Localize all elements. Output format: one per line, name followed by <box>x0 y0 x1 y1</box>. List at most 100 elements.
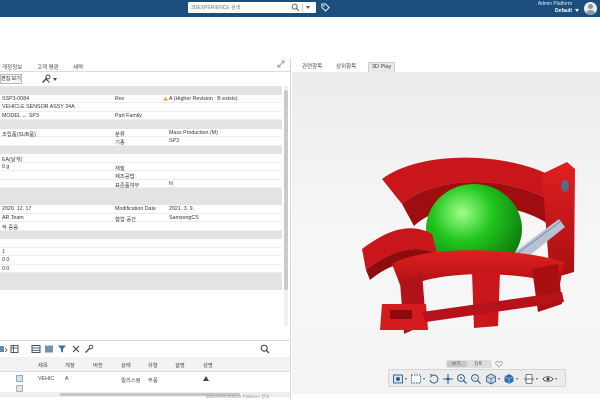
property-value: SamsongCS <box>169 214 199 221</box>
property-label: Part Family <box>115 112 142 119</box>
search-scope-dropdown[interactable] <box>302 3 314 12</box>
tab-related-items[interactable]: 관련항목 <box>299 62 325 72</box>
property-row: 1 <box>0 248 282 256</box>
search-icon[interactable] <box>291 3 300 12</box>
tools-icon[interactable] <box>41 74 51 84</box>
left-toolbar: 편집 보기 <box>0 73 290 85</box>
3d-view-toolbar <box>388 369 566 387</box>
col-type[interactable]: 유형 <box>148 361 158 369</box>
property-value: SSP3-0084 <box>2 95 30 102</box>
top-bar: Admin Platform Default <box>0 0 600 17</box>
property-value: 0.0 <box>2 257 10 264</box>
grid-search-icon[interactable] <box>260 344 270 354</box>
property-value: A (Higher Revision : B exists) <box>169 95 238 102</box>
form-scrollbar[interactable] <box>284 86 288 326</box>
property-row: SSP3-0084 Rev A (Higher Revision : B exist… <box>0 95 282 103</box>
tab-customer-review[interactable]: 고객 평판 <box>37 63 59 71</box>
property-row: 0.0 <box>0 265 282 273</box>
property-value: N <box>169 180 173 187</box>
grid-action-icon[interactable] <box>0 344 8 354</box>
section-header[interactable] <box>0 230 282 239</box>
tab-revision-info[interactable]: 개정정보 <box>2 63 22 71</box>
warning-marker <box>163 96 169 102</box>
visibility-dropdown-icon[interactable] <box>555 378 557 380</box>
render-dropdown-icon[interactable] <box>516 378 518 380</box>
tab-power[interactable]: 세력 <box>73 63 83 71</box>
tools-dropdown-icon[interactable] <box>53 78 57 81</box>
section-dropdown-icon[interactable] <box>536 378 538 380</box>
zoom-out-icon[interactable] <box>470 373 482 385</box>
tag-icon[interactable] <box>321 3 330 12</box>
cell-type: 부품 <box>148 378 158 384</box>
mode-review[interactable]: 검토 <box>474 361 482 367</box>
section-header[interactable] <box>0 273 282 282</box>
col-title[interactable]: 제목 <box>38 361 48 369</box>
expand-icon[interactable] <box>277 60 285 68</box>
col-revision[interactable]: 개정 <box>65 361 75 369</box>
tab-parent-items[interactable]: 상위항목 <box>333 62 359 72</box>
grid-columns-icon[interactable] <box>10 344 20 354</box>
property-row: 0.0 <box>0 256 282 265</box>
section-header[interactable] <box>0 281 282 290</box>
grid-toolbar <box>0 340 290 356</box>
property-label: Modification Date <box>115 206 156 213</box>
property-label: Rev <box>115 95 125 102</box>
filter-icon[interactable] <box>57 344 67 354</box>
property-row <box>0 239 282 248</box>
center-leg <box>472 272 500 328</box>
property-row: AR Team 협업 공간 SamsongCS <box>0 214 282 223</box>
footer: 3DEXPERIENCE Platform 정보 <box>0 394 600 400</box>
col-state[interactable]: 상태 <box>121 361 131 369</box>
edit-view-button[interactable]: 편집 보기 <box>0 74 22 84</box>
grid-table-icon[interactable] <box>31 344 41 354</box>
property-value: AR Team <box>2 214 24 221</box>
3d-model[interactable] <box>362 154 600 354</box>
selection-dropdown-icon[interactable] <box>423 378 425 380</box>
rotate-icon[interactable] <box>428 373 440 385</box>
render-style-icon[interactable] <box>503 373 515 385</box>
view-dropdown-icon[interactable] <box>498 378 500 380</box>
search-input[interactable] <box>191 3 289 12</box>
zoom-in-icon[interactable] <box>456 373 468 385</box>
property-value: 2020. 12. 17 <box>2 206 32 213</box>
section-header[interactable] <box>0 120 282 129</box>
property-value: MODEL ↔ SP3 <box>2 112 39 119</box>
fit-all-icon[interactable] <box>392 373 404 385</box>
grid-tools-icon[interactable] <box>84 344 94 354</box>
section-header[interactable] <box>0 196 282 205</box>
property-value: 1 <box>2 248 5 255</box>
property-row: 0 g 재질 <box>0 163 282 172</box>
tower-hole <box>561 180 569 192</box>
3d-viewport[interactable]: 보기 검토 <box>292 72 600 394</box>
section-header[interactable] <box>0 86 282 95</box>
section-header[interactable] <box>0 188 282 197</box>
pan-icon[interactable] <box>442 373 454 385</box>
user-menu-chevron-icon[interactable] <box>575 9 580 13</box>
property-row: 기종 SP3 <box>0 137 282 146</box>
visibility-icon[interactable] <box>542 373 554 385</box>
selection-icon[interactable] <box>410 373 422 385</box>
col-description[interactable]: 설명 <box>175 361 185 369</box>
user-name: Admin Platform <box>537 1 572 7</box>
grid-list-icon[interactable] <box>44 344 54 354</box>
section-header[interactable] <box>0 145 282 154</box>
property-row: 2020. 12. 17 Modification Date 2021. 3. 9. <box>0 205 282 214</box>
col-owner[interactable]: 성명 <box>203 361 213 369</box>
view-cube-icon[interactable] <box>485 373 497 385</box>
section-icon[interactable] <box>523 373 535 385</box>
table-row[interactable]: VEHIC A 릴리스됨 부품 <box>0 372 290 384</box>
mode-view[interactable]: 보기 <box>452 361 460 367</box>
left-tab-bar: 개정정보 고객 평판 세력 <box>0 62 290 72</box>
footer-text[interactable]: 3DEXPERIENCE Platform 정보 <box>206 394 270 400</box>
property-value: SP3 <box>169 138 180 145</box>
clear-filter-icon[interactable] <box>71 344 81 354</box>
fit-dropdown-icon[interactable] <box>405 378 407 380</box>
avatar[interactable] <box>584 2 597 15</box>
view-mode-toggle[interactable]: 보기 검토 <box>446 360 492 368</box>
user-role: Default <box>555 8 572 14</box>
property-row: 표준품여부 N <box>0 180 282 189</box>
tab-3d-play[interactable]: 3D Play <box>368 62 396 72</box>
panel-divider[interactable] <box>290 58 291 400</box>
col-version[interactable]: 버전 <box>93 361 103 369</box>
favorite-icon[interactable] <box>495 360 503 368</box>
